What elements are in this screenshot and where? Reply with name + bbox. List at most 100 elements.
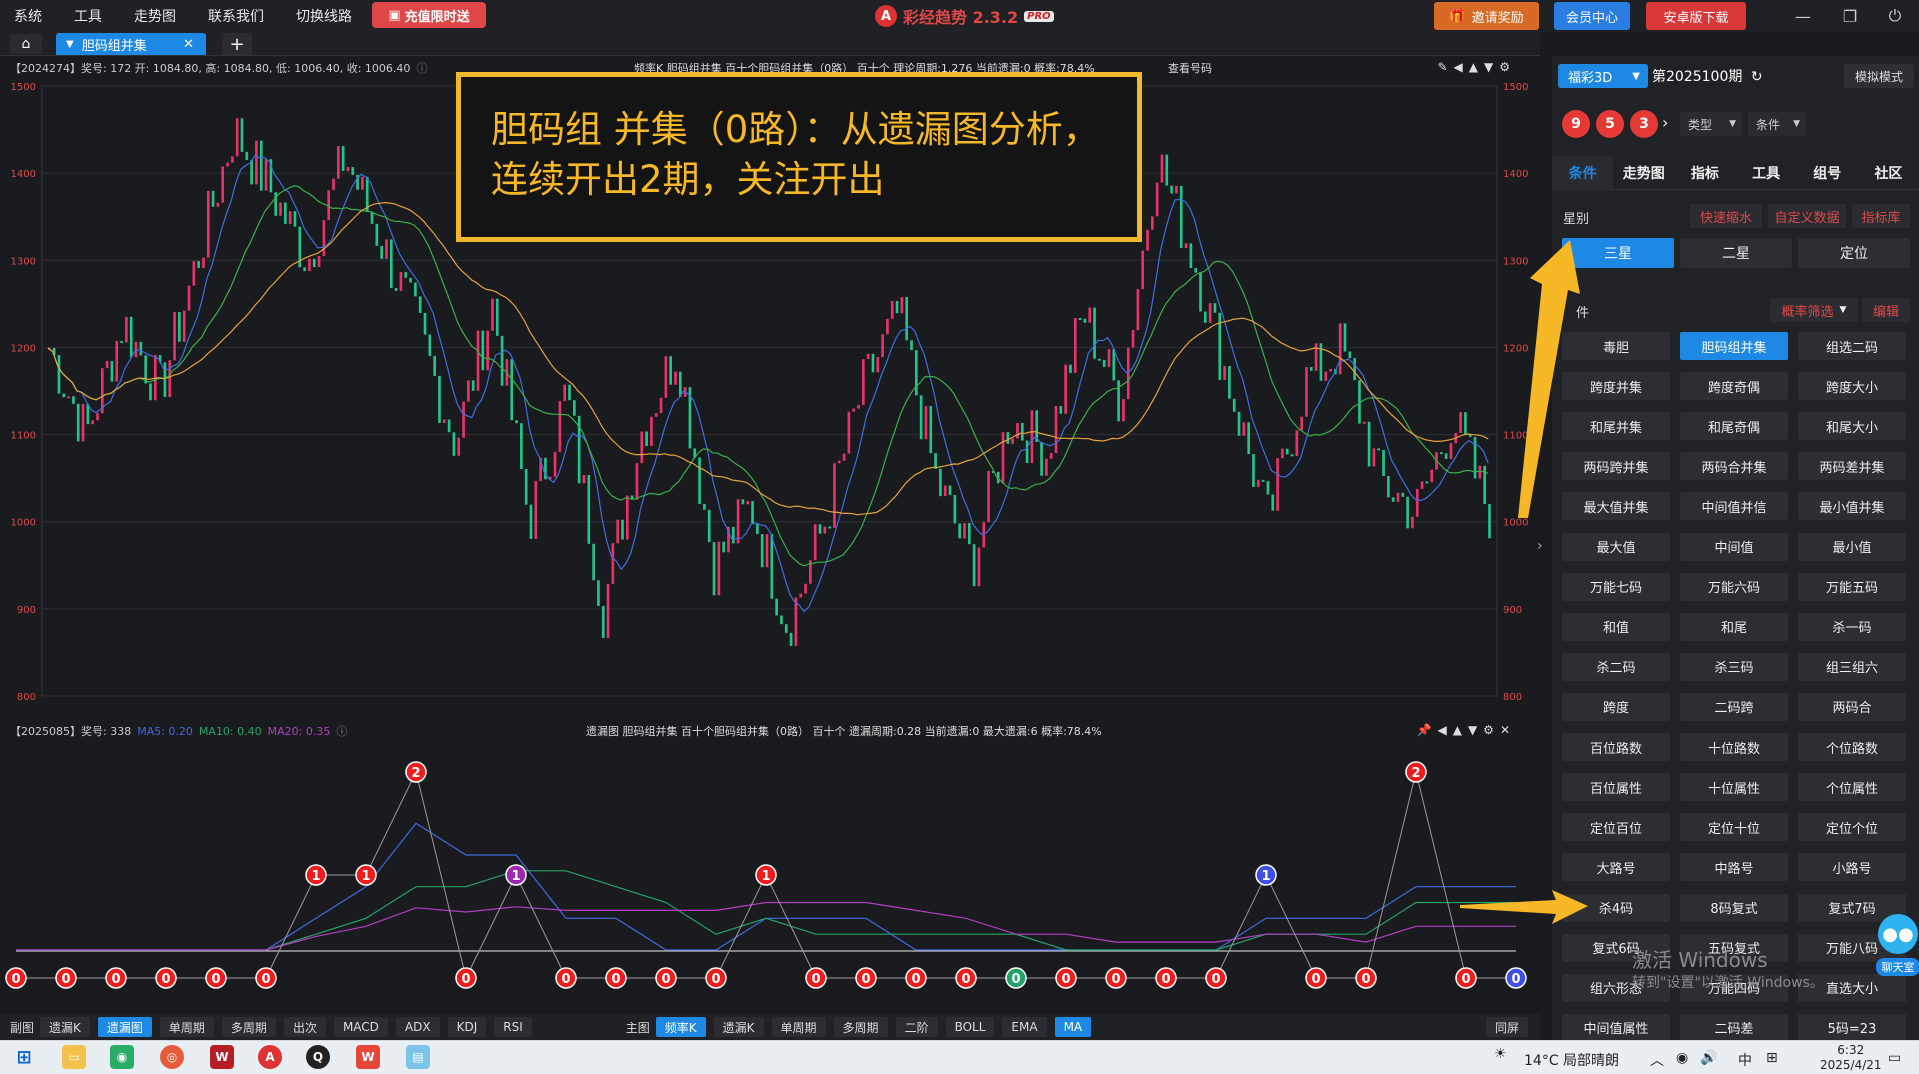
- panel-tab[interactable]: 组号: [1797, 156, 1858, 189]
- back-icon[interactable]: ◀: [1437, 723, 1446, 737]
- condition-button[interactable]: 定位百位: [1562, 813, 1670, 842]
- browser-icon[interactable]: ◎: [160, 1045, 184, 1069]
- simulate-mode-button[interactable]: 模拟模式: [1844, 64, 1914, 88]
- main-chart-button[interactable]: BOLL: [945, 1017, 995, 1037]
- notification-icon[interactable]: ▭: [1888, 1050, 1901, 1066]
- main-chart-button[interactable]: 频率K: [655, 1017, 706, 1037]
- condition-button[interactable]: 百位属性: [1562, 773, 1670, 802]
- up-icon[interactable]: ▲: [1469, 60, 1478, 74]
- condition-button[interactable]: 大路号: [1562, 853, 1670, 882]
- condition-button[interactable]: 万能七码: [1562, 572, 1670, 601]
- condition-button[interactable]: 8码复式: [1680, 893, 1788, 922]
- main-chart-button[interactable]: 多周期: [833, 1017, 888, 1037]
- notes-icon[interactable]: ▤: [406, 1045, 430, 1069]
- invite-button[interactable]: 🎁 邀请奖励: [1434, 2, 1539, 30]
- condition-button[interactable]: 个位属性: [1798, 773, 1906, 802]
- condition-button[interactable]: 百位路数: [1562, 733, 1670, 762]
- file-explorer-icon[interactable]: ▭: [62, 1045, 86, 1069]
- condition-button[interactable]: 杀一码: [1798, 612, 1906, 641]
- recharge-button[interactable]: ▣ 充值限时送: [372, 2, 486, 28]
- tab-danma[interactable]: ▼ 胆码组并集 ✕: [56, 33, 206, 55]
- condition-button[interactable]: 最大值: [1562, 532, 1670, 561]
- star-position-button[interactable]: 定位: [1798, 238, 1910, 268]
- wps-office-icon[interactable]: W: [356, 1045, 380, 1069]
- condition-button[interactable]: 5码=23: [1798, 1013, 1906, 1042]
- miss-chart[interactable]: 0 0 0 0 0 0 1 1 2 0 1 0 0 0 0 1 0 0 0 0 0 0 0 0 0 1 0 0 2 0 0: [0, 738, 1540, 1012]
- help-icon[interactable]: ⓘ: [416, 60, 427, 76]
- condition-button[interactable]: 跨度: [1562, 692, 1670, 721]
- restore-icon[interactable]: ❐: [1835, 4, 1865, 28]
- condition-button[interactable]: 杀三码: [1680, 652, 1788, 681]
- menu-tools[interactable]: 工具: [74, 6, 102, 26]
- home-icon[interactable]: ⌂: [10, 34, 42, 54]
- add-tab-button[interactable]: +: [222, 33, 252, 55]
- condition-button[interactable]: 十位路数: [1680, 733, 1788, 762]
- panel-tab[interactable]: 社区: [1858, 156, 1919, 189]
- refresh-icon[interactable]: ↻: [1751, 69, 1763, 85]
- condition-button[interactable]: 小路号: [1798, 853, 1906, 882]
- wechat-icon[interactable]: ◉: [110, 1045, 134, 1069]
- close-tab-icon[interactable]: ✕: [183, 37, 194, 52]
- condition-button[interactable]: 万能六码: [1680, 572, 1788, 601]
- condition-button[interactable]: 中间值: [1680, 532, 1788, 561]
- main-chart-button[interactable]: 二阶: [895, 1017, 938, 1037]
- custom-data-button[interactable]: 自定义数据: [1768, 204, 1846, 228]
- condition-button[interactable]: 中间值并信: [1680, 492, 1788, 521]
- weather-icon[interactable]: ☀: [1494, 1046, 1507, 1062]
- condition-button[interactable]: 万能五码: [1798, 572, 1906, 601]
- down-icon[interactable]: ▼: [1484, 60, 1493, 74]
- condition-button[interactable]: 两码合: [1798, 692, 1906, 721]
- condition-button[interactable]: 个位路数: [1798, 733, 1906, 762]
- condition-button[interactable]: 跨度奇偶: [1680, 372, 1788, 401]
- pin-icon[interactable]: 📌: [1417, 723, 1432, 737]
- sub-chart-button[interactable]: RSI: [494, 1017, 532, 1037]
- star-two-button[interactable]: 二星: [1680, 238, 1792, 268]
- condition-button[interactable]: 中路号: [1680, 853, 1788, 882]
- condition-button[interactable]: 和尾奇偶: [1680, 412, 1788, 441]
- condition-dropdown[interactable]: 条件 ▼: [1748, 112, 1806, 136]
- ime-indicator[interactable]: 中: [1738, 1050, 1752, 1070]
- close-icon[interactable]: ✕: [1500, 723, 1510, 737]
- tray-chevron-icon[interactable]: ︿: [1650, 1050, 1664, 1070]
- condition-button[interactable]: 定位个位: [1798, 813, 1906, 842]
- menu-contact[interactable]: 联系我们: [208, 6, 264, 26]
- lottery-select[interactable]: 福彩3D ▼: [1558, 64, 1648, 88]
- member-center-button[interactable]: 会员中心: [1554, 2, 1630, 30]
- condition-button[interactable]: 最小值: [1798, 532, 1906, 561]
- condition-button[interactable]: 组三组六: [1798, 652, 1906, 681]
- condition-button[interactable]: 和值: [1562, 612, 1670, 641]
- menu-trend[interactable]: 走势图: [134, 6, 176, 26]
- condition-button[interactable]: 二码差: [1680, 1013, 1788, 1042]
- condition-button[interactable]: 二码跨: [1680, 692, 1788, 721]
- condition-button[interactable]: 中间值属性: [1562, 1013, 1670, 1042]
- settings-icon[interactable]: ⚙: [1483, 723, 1494, 737]
- condition-button[interactable]: 定位十位: [1680, 813, 1788, 842]
- collapse-arrow-icon[interactable]: ›: [1537, 538, 1551, 558]
- panel-tab[interactable]: 走势图: [1613, 156, 1674, 189]
- settings-icon[interactable]: ⚙: [1499, 60, 1510, 74]
- weather-text[interactable]: 14°C 局部晴朗: [1524, 1050, 1619, 1070]
- edit-icon[interactable]: ✎: [1437, 60, 1447, 74]
- down-icon[interactable]: ▼: [1468, 723, 1477, 737]
- sub-chart-button[interactable]: MACD: [333, 1017, 388, 1037]
- condition-button[interactable]: 和尾大小: [1798, 412, 1906, 441]
- condition-button[interactable]: 和尾: [1680, 612, 1788, 641]
- sub-chart-button[interactable]: 出次: [283, 1017, 326, 1037]
- menu-switch-line[interactable]: 切换线路: [296, 6, 352, 26]
- same-screen-button[interactable]: 同屏: [1485, 1017, 1528, 1037]
- wechat-tray-icon[interactable]: ◉: [1676, 1050, 1688, 1066]
- chat-room-button[interactable]: ●● 聊天室: [1876, 914, 1919, 980]
- edit-button[interactable]: 编辑: [1862, 298, 1910, 322]
- main-chart-button[interactable]: EMA: [1002, 1017, 1047, 1037]
- prob-filter-dropdown[interactable]: 概率筛选 ▼: [1770, 298, 1858, 322]
- power-icon[interactable]: ⏻: [1880, 4, 1910, 28]
- condition-button[interactable]: 跨度大小: [1798, 372, 1906, 401]
- condition-button[interactable]: 胆码组并集: [1680, 332, 1788, 360]
- sub-chart-button[interactable]: KDJ: [447, 1017, 487, 1037]
- menu-system[interactable]: 系统: [14, 6, 42, 26]
- android-download-button[interactable]: 安卓版下载: [1646, 2, 1746, 30]
- quick-shrink-button[interactable]: 快速缩水: [1690, 204, 1762, 228]
- wps-icon[interactable]: W: [210, 1045, 234, 1069]
- up-icon[interactable]: ▲: [1453, 723, 1462, 737]
- sub-chart-button[interactable]: 单周期: [159, 1017, 214, 1037]
